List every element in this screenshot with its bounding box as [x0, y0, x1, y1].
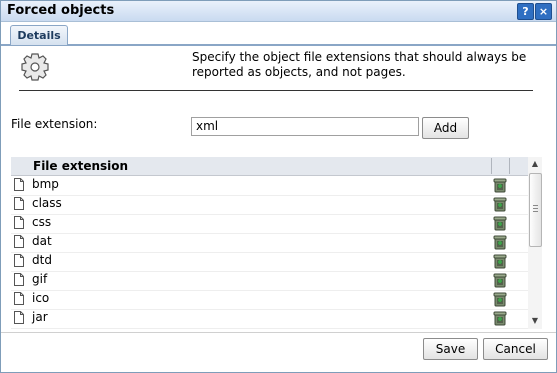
- file-extension-input[interactable]: [191, 117, 419, 136]
- scroll-down-arrow-icon[interactable]: ▼: [528, 315, 542, 327]
- row-extension: dtd: [32, 253, 52, 267]
- extensions-grid: File extension bmp class css dat dtd gif…: [11, 157, 544, 329]
- title-bar: Forced objects ? ×: [1, 1, 556, 22]
- forced-objects-dialog: Forced objects ? × Details Specify the o…: [0, 0, 557, 373]
- row-extension: jar: [32, 310, 48, 324]
- delete-icon[interactable]: [492, 291, 508, 307]
- dialog-title: Forced objects: [7, 3, 115, 18]
- table-row[interactable]: dtd: [11, 252, 529, 272]
- file-icon: [14, 273, 24, 286]
- grid-scrollbar[interactable]: ▲ ▼: [528, 157, 542, 329]
- column-divider: [509, 158, 510, 174]
- file-icon: [14, 197, 24, 210]
- file-icon: [14, 235, 24, 248]
- grip-line: [533, 211, 538, 212]
- divider: [19, 90, 533, 91]
- table-row[interactable]: dat: [11, 233, 529, 253]
- close-button[interactable]: ×: [535, 3, 552, 20]
- row-extension: gif: [32, 272, 48, 286]
- grid-header: File extension: [11, 157, 529, 176]
- scroll-up-arrow-icon[interactable]: ▲: [528, 158, 542, 170]
- table-row[interactable]: gif: [11, 271, 529, 291]
- row-extension: class: [32, 196, 62, 210]
- column-header-file-extension[interactable]: File extension: [33, 159, 128, 173]
- delete-icon[interactable]: [492, 215, 508, 231]
- column-divider: [491, 158, 492, 174]
- row-extension: ico: [32, 291, 50, 305]
- tab-strip: Details: [1, 22, 556, 46]
- delete-icon[interactable]: [492, 234, 508, 250]
- row-extension: dat: [32, 234, 52, 248]
- delete-icon[interactable]: [492, 253, 508, 269]
- table-row[interactable]: ico: [11, 290, 529, 310]
- row-extension: bmp: [32, 177, 59, 191]
- gear-icon: [21, 53, 49, 81]
- grip-line: [533, 208, 538, 209]
- save-button[interactable]: Save: [423, 338, 478, 360]
- delete-icon[interactable]: [492, 196, 508, 212]
- table-row[interactable]: jar: [11, 309, 529, 329]
- table-row[interactable]: css: [11, 214, 529, 234]
- help-button[interactable]: ?: [517, 3, 534, 20]
- file-icon: [14, 292, 24, 305]
- footer-divider: [1, 332, 556, 333]
- row-extension: css: [32, 215, 52, 229]
- file-icon: [14, 254, 24, 267]
- file-icon: [14, 178, 24, 191]
- delete-icon[interactable]: [492, 272, 508, 288]
- add-button[interactable]: Add: [422, 117, 469, 139]
- grip-line: [533, 205, 538, 206]
- file-icon: [14, 311, 24, 324]
- scrollbar-thumb[interactable]: [529, 173, 542, 247]
- table-row[interactable]: bmp: [11, 176, 529, 196]
- table-row[interactable]: class: [11, 195, 529, 215]
- tab-details[interactable]: Details: [10, 25, 68, 45]
- delete-icon[interactable]: [492, 177, 508, 193]
- cancel-button[interactable]: Cancel: [483, 338, 548, 360]
- delete-icon[interactable]: [492, 310, 508, 326]
- description-text: Specify the object file extensions that …: [192, 50, 527, 79]
- file-icon: [14, 216, 24, 229]
- file-extension-label: File extension:: [11, 117, 98, 131]
